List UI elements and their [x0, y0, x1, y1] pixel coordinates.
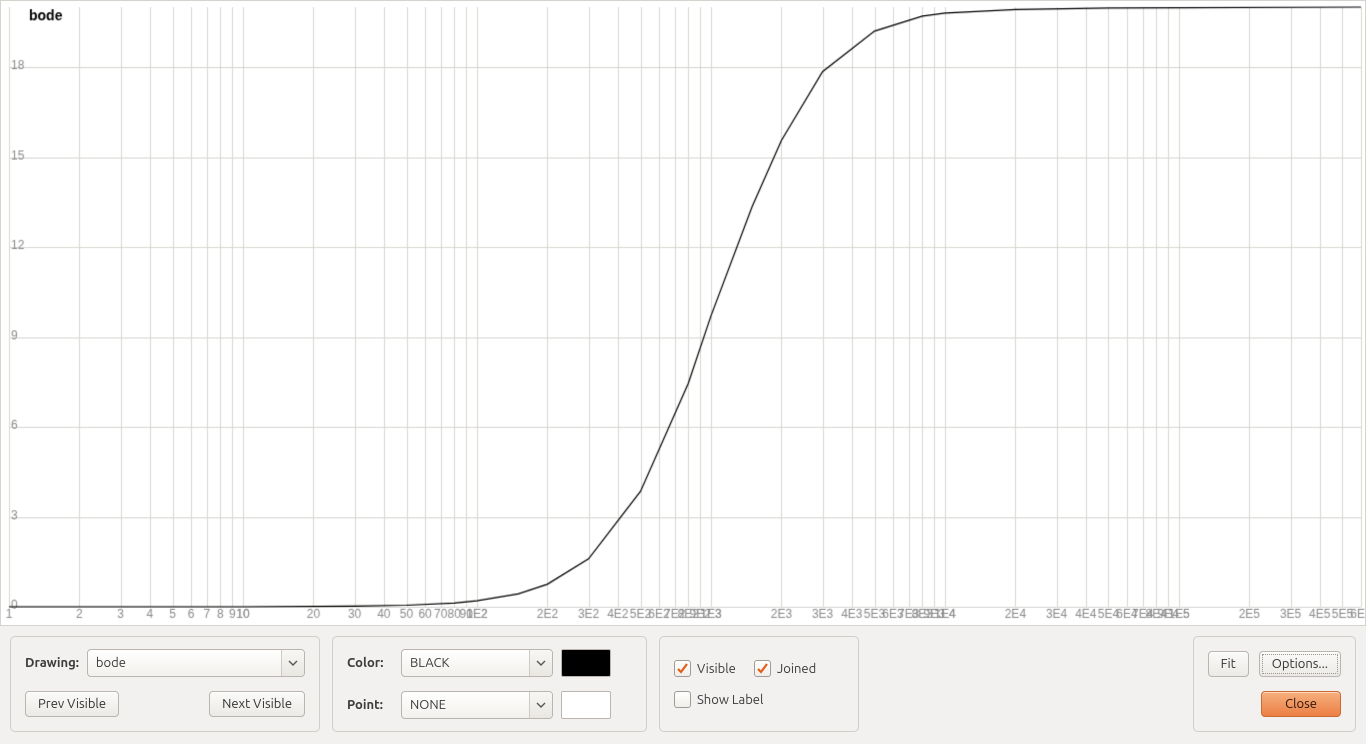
visible-checkbox[interactable]: Visible [674, 660, 736, 677]
prev-visible-button[interactable]: Prev Visible [25, 691, 119, 717]
visible-checkbox-label: Visible [697, 662, 736, 676]
checkbox-checked-icon [754, 660, 771, 677]
drawing-label: Drawing: [25, 656, 79, 670]
point-select-value: NONE [402, 695, 529, 715]
joined-checkbox-label: Joined [777, 662, 816, 676]
panel-drawing: Drawing: bode Prev Visible Next Visible [10, 636, 320, 732]
color-swatch[interactable] [561, 649, 611, 677]
color-select-value: BLACK [402, 653, 529, 673]
point-select[interactable]: NONE [401, 691, 553, 719]
chevron-down-icon [281, 650, 304, 676]
chevron-down-icon [529, 650, 552, 676]
options-button[interactable]: Options... [1259, 651, 1341, 677]
fit-button[interactable]: Fit [1208, 651, 1249, 677]
point-swatch[interactable] [561, 691, 611, 719]
toolbar: Drawing: bode Prev Visible Next Visible … [0, 626, 1366, 744]
next-visible-button[interactable]: Next Visible [209, 691, 305, 717]
panel-actions: Fit Options... Close [1193, 636, 1356, 732]
plot-area[interactable] [0, 0, 1366, 626]
show-label-checkbox[interactable]: Show Label [674, 691, 763, 708]
panel-toggles: Visible Joined Show Label [659, 636, 859, 732]
show-label-checkbox-label: Show Label [697, 693, 763, 707]
checkbox-unchecked-icon [674, 691, 691, 708]
point-label: Point: [347, 698, 393, 712]
drawing-select-value: bode [88, 653, 281, 673]
joined-checkbox[interactable]: Joined [754, 660, 816, 677]
color-select[interactable]: BLACK [401, 649, 553, 677]
chevron-down-icon [529, 692, 552, 718]
close-button[interactable]: Close [1261, 691, 1341, 717]
panel-appearance: Color: BLACK Point: NONE [332, 636, 647, 732]
color-label: Color: [347, 656, 393, 670]
drawing-select[interactable]: bode [87, 649, 305, 677]
checkbox-checked-icon [674, 660, 691, 677]
